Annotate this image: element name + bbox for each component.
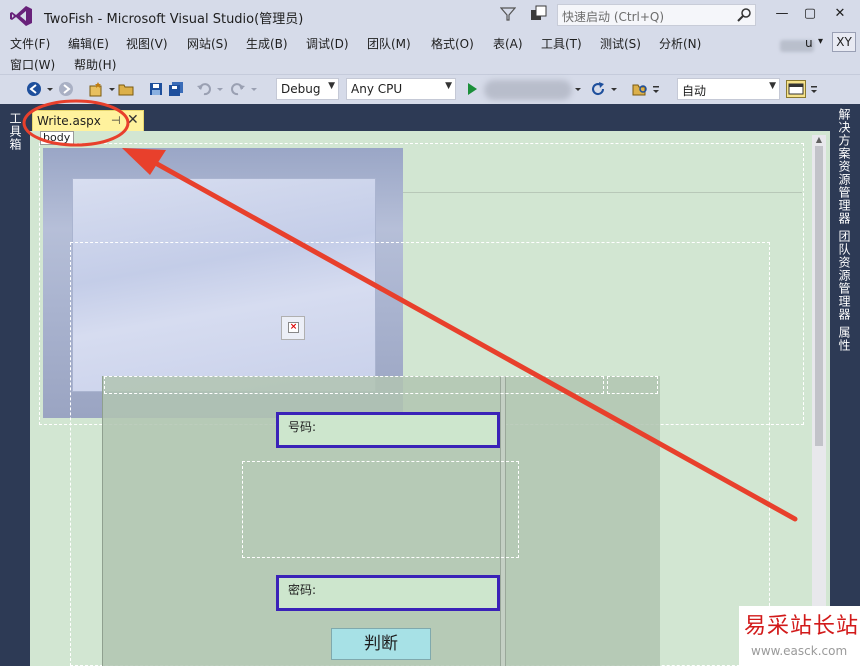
back-dropdown-icon[interactable] <box>46 81 54 97</box>
close-icon[interactable]: ✕ <box>127 112 139 128</box>
chevron-down-icon: ▼ <box>769 81 776 91</box>
menu-team[interactable]: 团队(M) <box>367 35 411 52</box>
configuration-select[interactable]: Debug ▼ <box>276 78 339 100</box>
chevron-down-icon: ▼ <box>445 81 452 91</box>
platform-value: Any CPU <box>351 82 403 96</box>
solution-explorer-tab[interactable]: 解决方案资源管理器 <box>836 108 853 225</box>
document-tab-strip <box>30 104 830 130</box>
breadcrumb[interactable]: body <box>40 131 74 145</box>
menu-bar: 文件(F) 编辑(E) 视图(V) 网站(S) 生成(B) 调试(D) 团队(M… <box>0 32 860 74</box>
notifications-icon[interactable] <box>530 5 548 23</box>
redo-dropdown-icon[interactable] <box>250 81 258 97</box>
visual-studio-logo-icon <box>10 6 32 26</box>
close-window-button[interactable]: ✕ <box>828 4 852 24</box>
header-row-outline <box>400 148 802 193</box>
menu-edit[interactable]: 编辑(E) <box>68 35 109 52</box>
toolbox-tab[interactable]: 工具箱 <box>6 112 24 151</box>
menu-tools[interactable]: 工具(T) <box>541 35 582 52</box>
pin-icon[interactable]: ⊣ <box>111 114 121 127</box>
chevron-down-icon: ▼ <box>328 81 335 91</box>
standard-toolbar: Debug ▼ Any CPU ▼ 自动 ▼ <box>0 74 860 104</box>
undo-dropdown-icon[interactable] <box>216 81 224 97</box>
open-file-icon[interactable] <box>118 81 134 97</box>
new-project-icon[interactable] <box>88 81 104 97</box>
menu-file[interactable]: 文件(F) <box>10 35 50 52</box>
judge-button[interactable]: 判断 <box>331 628 431 660</box>
scrollbar-thumb[interactable] <box>815 146 823 446</box>
target-dropdown-icon[interactable] <box>574 81 582 97</box>
user-name[interactable]: u <box>805 36 813 50</box>
debug-target-blurred[interactable] <box>484 80 572 100</box>
avatar[interactable]: XY <box>832 32 856 52</box>
chevron-down-icon[interactable]: ▾ <box>818 36 823 47</box>
menu-analyze[interactable]: 分析(N) <box>659 35 701 52</box>
table-side-cell-outline <box>607 376 658 394</box>
menu-table[interactable]: 表(A) <box>493 35 523 52</box>
redo-icon[interactable] <box>230 81 246 97</box>
search-icon[interactable] <box>736 7 752 23</box>
zoom-value: 自动 <box>682 84 707 98</box>
toolbar-overflow-icon[interactable] <box>810 81 818 97</box>
watermark: 易采站长站 www.easck.com <box>739 606 860 666</box>
tab-label: Write.aspx <box>37 114 101 128</box>
watermark-url: www.easck.com <box>751 644 848 658</box>
save-icon[interactable] <box>148 81 164 97</box>
back-icon[interactable] <box>26 81 42 97</box>
forward-icon[interactable] <box>58 81 74 97</box>
maximize-button[interactable]: ▢ <box>798 4 822 24</box>
menu-help[interactable]: 帮助(H) <box>74 56 116 73</box>
minimize-button[interactable]: — <box>770 4 794 24</box>
properties-tab[interactable]: 属性 <box>836 326 853 352</box>
start-debugging-icon[interactable] <box>464 81 480 97</box>
title-bar: TwoFish - Microsoft Visual Studio(管理员) 快… <box>0 0 860 32</box>
feedback-filter-icon[interactable] <box>500 6 516 22</box>
zoom-select[interactable]: 自动 ▼ <box>677 78 780 100</box>
menu-build[interactable]: 生成(B) <box>246 35 288 52</box>
toggle-panel-icon[interactable] <box>786 80 806 98</box>
toolbar-overflow-icon[interactable] <box>652 81 660 97</box>
menu-format[interactable]: 格式(O) <box>431 35 474 52</box>
menu-website[interactable]: 网站(S) <box>187 35 228 52</box>
table-header-cell-outline <box>104 376 604 394</box>
scroll-up-icon[interactable]: ▲ <box>813 135 825 145</box>
quick-launch-placeholder: 快速启动 (Ctrl+Q) <box>562 10 665 24</box>
quick-launch-input[interactable]: 快速启动 (Ctrl+Q) <box>557 4 756 26</box>
password-label: 密码: <box>288 583 317 597</box>
refresh-icon[interactable] <box>590 81 606 97</box>
save-all-icon[interactable] <box>168 81 184 97</box>
phone-field[interactable]: 号码: <box>276 412 500 448</box>
new-dropdown-icon[interactable] <box>108 81 116 97</box>
phone-label: 号码: <box>288 420 317 434</box>
menu-test[interactable]: 测试(S) <box>600 35 641 52</box>
menu-debug[interactable]: 调试(D) <box>306 35 349 52</box>
platform-select[interactable]: Any CPU ▼ <box>346 78 456 100</box>
window-title: TwoFish - Microsoft Visual Studio(管理员) <box>44 12 304 27</box>
configuration-value: Debug <box>281 82 321 96</box>
tab-write-aspx[interactable]: Write.aspx ⊣ ✕ <box>32 110 144 132</box>
team-explorer-tab[interactable]: 团队资源管理器 <box>836 230 853 321</box>
left-tool-window-strip <box>0 104 30 666</box>
password-field[interactable]: 密码: <box>276 575 500 611</box>
placeholder-div-outline <box>242 461 519 558</box>
watermark-title: 易采站长站 <box>744 614 860 639</box>
menu-view[interactable]: 视图(V) <box>126 35 168 52</box>
menu-window[interactable]: 窗口(W) <box>10 56 55 73</box>
refresh-dropdown-icon[interactable] <box>610 81 618 97</box>
undo-icon[interactable] <box>196 81 212 97</box>
find-in-files-icon[interactable] <box>632 81 648 97</box>
